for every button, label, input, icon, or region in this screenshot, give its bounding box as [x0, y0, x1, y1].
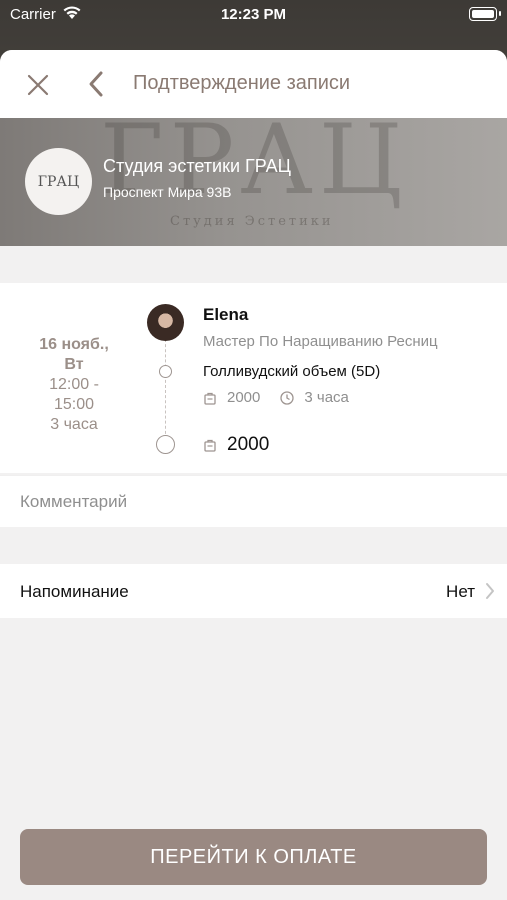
close-icon[interactable]	[25, 72, 51, 98]
chevron-left-icon[interactable]	[86, 70, 106, 98]
reminder-row[interactable]: Напоминание Нет	[0, 564, 507, 618]
service-price: 2000	[227, 389, 261, 406]
studio-name: Студия эстетики ГРАЦ	[103, 156, 291, 176]
reminder-value: Нет	[446, 582, 475, 601]
battery-icon	[469, 7, 501, 21]
clock-icon	[280, 390, 295, 405]
timeline-line	[165, 339, 166, 439]
chevron-right-icon	[486, 583, 494, 599]
service-name: Голливудский объем (5D)	[203, 363, 381, 380]
price-tag-icon	[204, 392, 216, 405]
total-price: 2000	[203, 434, 269, 456]
timeline-end-dot	[156, 435, 175, 454]
booking-confirmation-sheet: Подтверждение записи ГРАЦ Студия Эстетик…	[0, 50, 507, 900]
booking-duration: 3 часа	[50, 416, 98, 433]
timeline-dot	[159, 365, 172, 378]
booking-date-time: 16 нояб., Вт 12:00 - 15:00 3 часа	[20, 335, 128, 435]
total-price-value: 2000	[227, 434, 270, 455]
studio-address: Проспект Мира 93В	[103, 184, 232, 200]
service-meta: 2000 3 часа	[203, 389, 349, 406]
service-duration: 3 часа	[304, 389, 349, 406]
price-tag-icon	[204, 439, 216, 452]
booking-end-time: 15:00	[53, 396, 95, 413]
studio-logo: ГРАЦ	[25, 148, 92, 215]
booking-start-time: 12:00 -	[49, 376, 99, 393]
reminder-label: Напоминание	[20, 582, 129, 601]
booking-date: 16 нояб.,	[39, 336, 109, 353]
go-to-payment-button[interactable]: ПЕРЕЙТИ К ОПЛАТЕ	[20, 829, 487, 885]
status-bar: Carrier 12:23 PM	[0, 0, 507, 30]
page-title: Подтверждение записи	[133, 72, 351, 94]
status-time: 12:23 PM	[220, 6, 287, 23]
studio-header: ГРАЦ Студия Эстетики ГРАЦ Студия эстетик…	[0, 118, 507, 246]
booking-weekday: Вт	[64, 356, 84, 373]
studio-banner-subtitle: Студия Эстетики	[170, 214, 334, 229]
booking-details: 16 нояб., Вт 12:00 - 15:00 3 часа Elena …	[0, 283, 507, 473]
comment-input[interactable]	[20, 488, 490, 516]
master-avatar	[147, 304, 184, 341]
comment-section	[0, 475, 507, 527]
nav-bar: Подтверждение записи	[0, 50, 507, 118]
master-role: Мастер По Наращиванию Ресниц	[203, 333, 438, 350]
master-name: Elena	[203, 305, 249, 324]
